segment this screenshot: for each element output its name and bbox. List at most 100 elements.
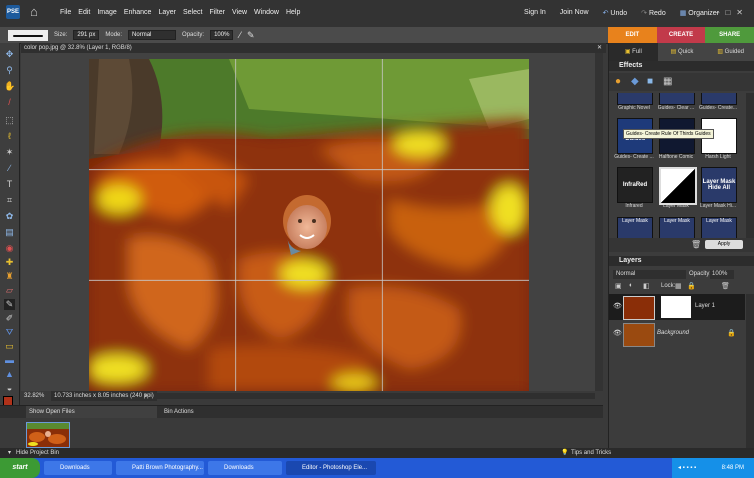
- gradient-tool-icon[interactable]: ▭: [4, 341, 15, 352]
- document-size-info[interactable]: 10.733 inches x 8.05 inches (240 ppi): [51, 391, 157, 401]
- magic-wand-tool-icon[interactable]: ✶: [4, 147, 15, 158]
- menu-help[interactable]: Help: [286, 9, 300, 16]
- bin-thumbnail[interactable]: [26, 422, 70, 448]
- close-icon[interactable]: ✕: [736, 8, 743, 17]
- menu-layer[interactable]: Layer: [158, 9, 176, 16]
- hand-tool-icon[interactable]: ✋: [4, 81, 15, 92]
- effect-thumb-guides-create[interactable]: [701, 93, 737, 105]
- home-icon[interactable]: ⌂: [30, 5, 44, 19]
- taskbar-item-browser[interactable]: Patti Brown Photography...: [116, 461, 204, 475]
- marquee-tool-icon[interactable]: ⬚: [4, 115, 15, 126]
- organizer-button[interactable]: ▦ Organizer: [680, 9, 719, 17]
- cookie-cutter-tool-icon[interactable]: ✿: [4, 211, 15, 222]
- layers-header[interactable]: Layers: [609, 256, 754, 266]
- mask-icon[interactable]: ◧: [643, 282, 650, 290]
- zoom-tool-icon[interactable]: ⚲: [4, 65, 15, 76]
- maximize-icon[interactable]: □: [725, 8, 730, 17]
- visibility-eye-icon[interactable]: 👁: [613, 302, 622, 310]
- sign-in-link[interactable]: Sign In: [524, 9, 546, 17]
- crop-tool-icon[interactable]: ⌗: [4, 195, 15, 206]
- eyedropper-tool-icon[interactable]: /: [4, 97, 15, 108]
- trash-icon[interactable]: 🗑: [691, 240, 701, 249]
- eraser-tool-icon[interactable]: ▱: [4, 285, 15, 296]
- mode-select[interactable]: Normal: [128, 30, 177, 40]
- taskbar-item-photoshop[interactable]: Editor - Photoshop Ele...: [286, 461, 376, 475]
- healing-brush-tool-icon[interactable]: ✚: [4, 257, 15, 268]
- shape-tool-icon[interactable]: ▬: [4, 355, 15, 366]
- photo-canvas[interactable]: [89, 59, 529, 391]
- redo-button[interactable]: ↷ Redo: [641, 9, 666, 17]
- effects-scrollbar[interactable]: [746, 93, 754, 238]
- tab-full[interactable]: ▣ Full: [609, 43, 658, 61]
- menu-enhance[interactable]: Enhance: [124, 9, 152, 16]
- menu-select[interactable]: Select: [183, 9, 202, 16]
- type-tool-icon[interactable]: T: [4, 179, 15, 190]
- menu-image[interactable]: Image: [97, 9, 116, 16]
- layers-scrollbar[interactable]: [746, 294, 754, 448]
- filters-icon[interactable]: ●: [615, 76, 621, 87]
- brush-preset-picker[interactable]: [8, 29, 48, 41]
- smart-brush-tool-icon[interactable]: ✐: [4, 313, 15, 324]
- effect-thumb-layer-mask-4c[interactable]: Layer Mask: [701, 217, 737, 238]
- move-tool-icon[interactable]: ✥: [4, 49, 15, 60]
- effect-thumb-layer-mask-4a[interactable]: Layer Mask: [617, 217, 653, 238]
- lock-all-icon[interactable]: 🔒: [687, 282, 696, 290]
- minimize-icon[interactable]: –: [715, 8, 719, 17]
- straighten-tool-icon[interactable]: ▤: [4, 227, 15, 238]
- visibility-eye-icon[interactable]: 👁: [613, 329, 622, 337]
- tab-quick[interactable]: ▤ Quick: [657, 43, 707, 61]
- tray-icons[interactable]: ◂ ▪ ▪ ▪ ▪: [678, 465, 696, 471]
- lock-transparent-icon[interactable]: ▦: [675, 282, 682, 290]
- hide-project-bin-link[interactable]: Hide Project Bin: [16, 448, 59, 458]
- effect-thumb-layer-mask[interactable]: [659, 167, 697, 205]
- clone-stamp-tool-icon[interactable]: ♜: [4, 271, 15, 282]
- blur-tool-icon[interactable]: ▲: [4, 369, 15, 380]
- menu-file[interactable]: File: [60, 9, 71, 16]
- effect-thumb-layer-mask-hide-all[interactable]: Layer Mask Hide All: [701, 167, 737, 203]
- red-eye-tool-icon[interactable]: ◉: [4, 243, 15, 254]
- lasso-tool-icon[interactable]: ℓ: [4, 131, 15, 142]
- status-arrow-icon[interactable]: ▸: [145, 391, 148, 401]
- canvas-horizontal-scrollbar[interactable]: [155, 393, 595, 399]
- all-effects-icon[interactable]: ▦: [663, 76, 672, 87]
- photo-effects-icon[interactable]: ■: [647, 76, 653, 87]
- hide-bin-arrow-icon[interactable]: ▾: [8, 448, 11, 458]
- size-field[interactable]: 291 px: [73, 30, 100, 40]
- apply-button[interactable]: Apply: [705, 240, 743, 249]
- start-button[interactable]: start: [0, 458, 40, 478]
- effects-header[interactable]: Effects: [609, 61, 754, 71]
- zoom-level[interactable]: 32.82%: [24, 391, 44, 401]
- menu-window[interactable]: Window: [254, 9, 279, 16]
- delete-layer-icon[interactable]: 🗑: [721, 282, 730, 290]
- adjustment-layer-icon[interactable]: ◐: [629, 282, 633, 289]
- effect-thumb-graphic-novel[interactable]: [617, 93, 653, 105]
- effect-thumb-layer-mask-4b[interactable]: Layer Mask: [659, 217, 695, 238]
- brush-tool-icon[interactable]: ✎: [4, 299, 15, 310]
- tablet-options-icon[interactable]: ✎: [247, 30, 255, 41]
- effect-thumb-infrared[interactable]: InfraRed: [617, 167, 653, 203]
- canvas-area[interactable]: [21, 53, 603, 391]
- selection-brush-tool-icon[interactable]: ∕: [4, 163, 15, 174]
- layer-row[interactable]: 👁 Layer 1: [609, 294, 745, 320]
- layer-row[interactable]: 👁 Background 🔒: [609, 321, 745, 347]
- layer-styles-icon[interactable]: ◆: [631, 76, 639, 87]
- sponge-tool-icon[interactable]: ◒: [4, 383, 15, 394]
- taskbar-item-downloads[interactable]: Downloads: [44, 461, 112, 475]
- join-now-link[interactable]: Join Now: [560, 9, 589, 17]
- tips-and-tricks-link[interactable]: Tips and Tricks: [571, 448, 611, 458]
- taskbar-item-downloads-2[interactable]: Downloads: [208, 461, 282, 475]
- menu-edit[interactable]: Edit: [78, 9, 90, 16]
- airbrush-icon[interactable]: ⁄: [239, 30, 241, 40]
- tab-share[interactable]: SHARE: [705, 27, 754, 43]
- menu-view[interactable]: View: [232, 9, 247, 16]
- opacity-field[interactable]: 100%: [210, 30, 234, 40]
- tab-edit[interactable]: EDIT: [608, 27, 657, 43]
- document-tab[interactable]: color pop.jpg @ 32.8% (Layer 1, RGB/8) ✕: [21, 43, 606, 53]
- canvas-vertical-scrollbar[interactable]: [595, 53, 603, 391]
- menu-filter[interactable]: Filter: [209, 9, 225, 16]
- paint-bucket-tool-icon[interactable]: ⛛: [4, 327, 15, 338]
- new-layer-icon[interactable]: ▣: [615, 282, 622, 290]
- blend-mode-select[interactable]: Normal: [613, 270, 686, 279]
- effect-thumb-guides-clear[interactable]: [659, 93, 695, 105]
- undo-button[interactable]: ↶ Undo: [603, 9, 628, 17]
